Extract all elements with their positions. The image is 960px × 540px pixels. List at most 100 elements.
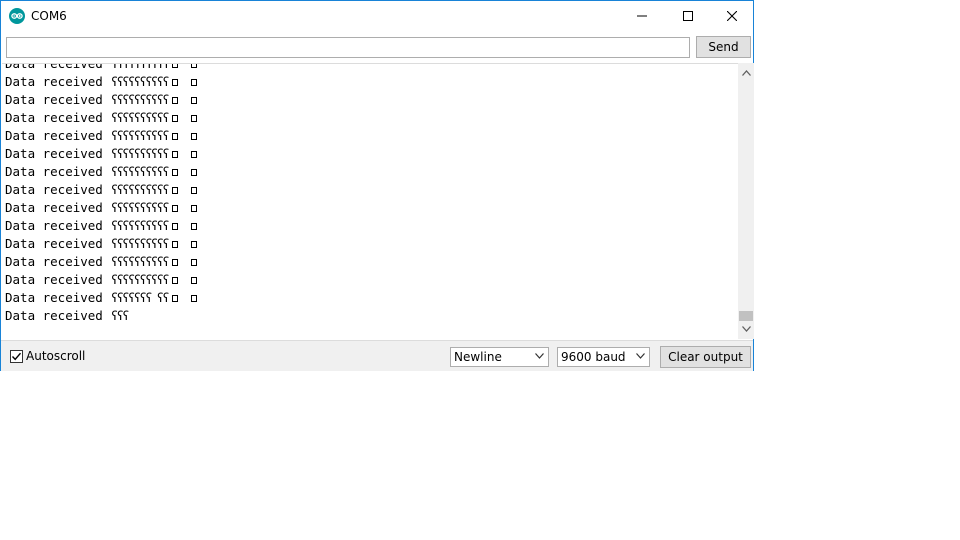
line-label: Data received	[5, 74, 103, 89]
output-line: Data received ʕʕʕʕʕʕʕʕʕʕ	[5, 127, 198, 145]
window-title: COM6	[31, 9, 67, 23]
chevron-down-icon	[636, 353, 645, 359]
unprintable-char-box	[191, 204, 198, 212]
chevron-up-icon	[741, 70, 751, 76]
line-data: ʕʕʕʕʕʕʕʕʕʕ	[110, 219, 170, 233]
unprintable-char-box	[172, 150, 179, 158]
output-line: Data received ʕʕʕʕʕʕʕʕʕʕ	[5, 235, 198, 253]
arduino-logo-icon	[9, 8, 25, 24]
vertical-scrollbar[interactable]	[738, 63, 754, 339]
line-data: ʕʕʕʕʕʕʕʕʕʕ	[110, 93, 170, 107]
line-data: ʕʕʕʕʕʕʕʕʕʕ	[110, 129, 170, 143]
title-bar[interactable]: COM6	[1, 1, 753, 31]
line-label: Data received	[5, 200, 103, 215]
line-data: ʕʕʕʕʕʕʕʕʕʕ	[110, 63, 170, 71]
unprintable-char-box	[172, 276, 179, 284]
output-line: Data received ʕʕʕʕʕʕʕʕʕʕ	[5, 63, 198, 73]
line-data: ʕʕʕʕʕʕʕʕʕʕ	[110, 165, 170, 179]
output-line: Data received ʕʕʕʕʕʕʕʕʕʕ	[5, 73, 198, 91]
unprintable-char-box	[172, 222, 179, 230]
output-line: Data received ʕʕʕʕʕʕʕʕʕʕ	[5, 181, 198, 199]
serial-monitor-window: COM6 Send Data received ʕʕʕʕʕʕʕʕʕʕ Data re…	[0, 0, 754, 371]
line-data: ʕʕʕʕʕʕʕ ʕʕ	[110, 291, 170, 305]
unprintable-char-box	[191, 240, 198, 248]
unprintable-char-box	[172, 294, 179, 302]
unprintable-char-box	[172, 78, 179, 86]
line-ending-select[interactable]: Newline	[450, 347, 549, 367]
output-line: Data received ʕʕʕʕʕʕʕʕʕʕ	[5, 163, 198, 181]
line-data: ʕʕʕʕʕʕʕʕʕʕ	[110, 273, 170, 287]
output-line: Data received ʕʕʕʕʕʕʕʕʕʕ	[5, 109, 198, 127]
output-line: Data received ʕʕʕʕʕʕʕʕʕʕ	[5, 91, 198, 109]
unprintable-char-box	[172, 64, 179, 68]
scroll-up-button[interactable]	[738, 65, 754, 81]
line-label: Data received	[5, 290, 103, 305]
unprintable-char-box	[191, 96, 198, 104]
line-data: ʕʕʕʕʕʕʕʕʕʕ	[110, 201, 170, 215]
line-data: ʕʕʕ	[110, 309, 130, 323]
unprintable-char-box	[172, 258, 179, 266]
unprintable-char-box	[191, 168, 198, 176]
unprintable-char-box	[172, 132, 179, 140]
line-ending-value: Newline	[454, 350, 502, 364]
line-label: Data received	[5, 272, 103, 287]
line-label: Data received	[5, 182, 103, 197]
unprintable-char-box	[191, 276, 198, 284]
line-label: Data received	[5, 128, 103, 143]
output-line: Data received ʕʕʕʕʕʕʕʕʕʕ	[5, 253, 198, 271]
unprintable-char-box	[191, 258, 198, 266]
checkmark-icon	[11, 352, 22, 361]
autoscroll-label[interactable]: Autoscroll	[26, 349, 85, 363]
output-line: Data received ʕʕʕʕʕʕʕ ʕʕ	[5, 289, 198, 307]
line-data: ʕʕʕʕʕʕʕʕʕʕ	[110, 75, 170, 89]
unprintable-char-box	[191, 222, 198, 230]
unprintable-char-box	[172, 168, 179, 176]
unprintable-char-box	[191, 78, 198, 86]
line-data: ʕʕʕʕʕʕʕʕʕʕ	[110, 255, 170, 269]
output-line: Data received ʕʕʕʕʕʕʕʕʕʕ	[5, 217, 198, 235]
serial-output[interactable]: Data received ʕʕʕʕʕʕʕʕʕʕ Data received ʕʕʕʕ…	[2, 63, 738, 340]
chevron-down-icon	[741, 326, 751, 332]
baud-rate-select[interactable]: 9600 baud	[557, 347, 650, 367]
line-label: Data received	[5, 92, 103, 107]
unprintable-char-box	[191, 186, 198, 194]
line-label: Data received	[5, 164, 103, 179]
unprintable-char-box	[191, 150, 198, 158]
close-icon	[727, 11, 737, 21]
unprintable-char-box	[191, 114, 198, 122]
line-data: ʕʕʕʕʕʕʕʕʕʕ	[110, 237, 170, 251]
unprintable-char-box	[172, 114, 179, 122]
scrollbar-thumb[interactable]	[739, 311, 753, 321]
output-line: Data received ʕʕʕʕʕʕʕʕʕʕ	[5, 199, 198, 217]
unprintable-char-box	[191, 132, 198, 140]
line-label: Data received	[5, 308, 103, 323]
send-button[interactable]: Send	[696, 36, 751, 58]
unprintable-char-box	[172, 240, 179, 248]
line-data: ʕʕʕʕʕʕʕʕʕʕ	[110, 111, 170, 125]
output-line: Data received ʕʕʕ	[5, 307, 197, 325]
maximize-icon	[683, 11, 693, 21]
line-label: Data received	[5, 218, 103, 233]
clear-output-button[interactable]: Clear output	[660, 346, 751, 368]
output-lines: Data received ʕʕʕʕʕʕʕʕʕʕ Data received ʕʕʕʕ…	[5, 63, 198, 325]
unprintable-char-box	[172, 186, 179, 194]
line-label: Data received	[5, 110, 103, 125]
unprintable-char-box	[191, 294, 198, 302]
line-label: Data received	[5, 254, 103, 269]
minimize-button[interactable]	[619, 1, 665, 31]
close-button[interactable]	[709, 1, 755, 31]
scroll-down-button[interactable]	[738, 321, 754, 337]
output-line: Data received ʕʕʕʕʕʕʕʕʕʕ	[5, 271, 198, 289]
autoscroll-checkbox[interactable]	[10, 350, 23, 363]
unprintable-char-box	[172, 96, 179, 104]
maximize-button[interactable]	[665, 1, 711, 31]
send-input[interactable]	[6, 37, 690, 58]
unprintable-char-box	[172, 204, 179, 212]
line-data: ʕʕʕʕʕʕʕʕʕʕ	[110, 183, 170, 197]
unprintable-char-box	[191, 64, 198, 68]
line-label: Data received	[5, 63, 103, 71]
status-bar: Autoscroll Newline 9600 baud Clear outpu…	[1, 340, 753, 371]
line-label: Data received	[5, 236, 103, 251]
baud-rate-value: 9600 baud	[561, 350, 626, 364]
chevron-down-icon	[535, 353, 544, 359]
